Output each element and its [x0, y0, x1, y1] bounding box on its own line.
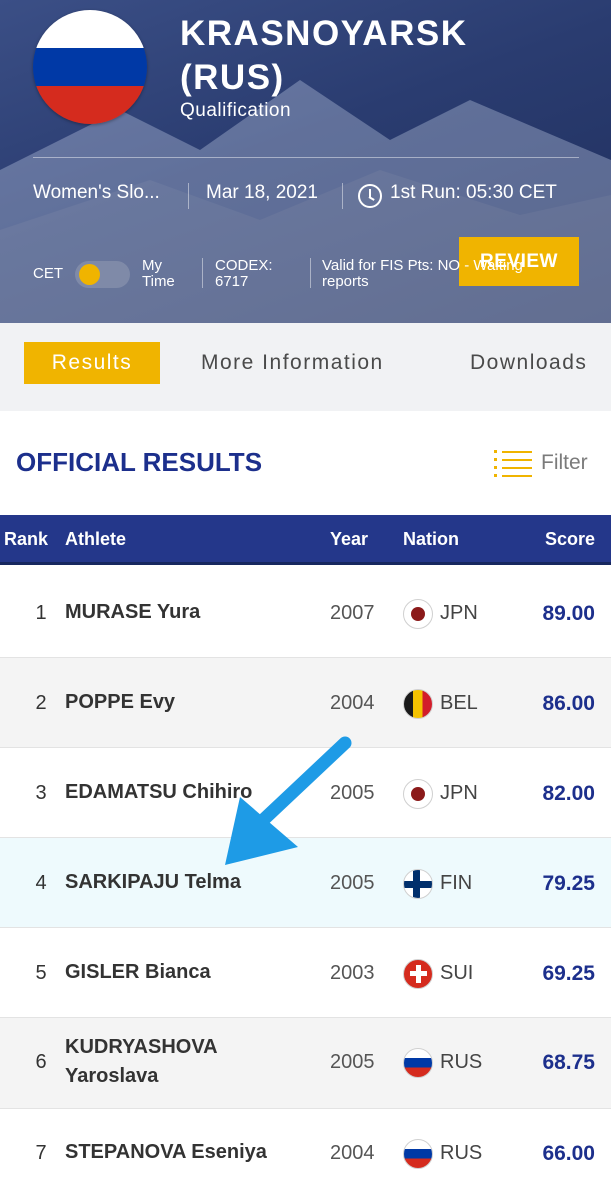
rank-cell: 4	[35, 872, 47, 894]
results-table-header: Rank Athlete Year Nation Score	[0, 515, 611, 565]
score-cell: 69.25	[542, 962, 595, 985]
nation-code: RUS	[440, 1142, 483, 1164]
meta-separator	[188, 183, 189, 209]
column-rank[interactable]: Rank	[4, 529, 48, 550]
rank-cell: 1	[35, 602, 47, 624]
score-cell: 66.00	[542, 1142, 595, 1165]
finland-flag-icon	[403, 869, 433, 899]
tab-results[interactable]: Results	[24, 342, 160, 384]
nation-code: FIN	[440, 872, 473, 894]
switzerland-flag-icon	[403, 959, 433, 989]
table-row[interactable]: 7 STEPANOVA Eseniya 2004 RUS 66.00	[0, 1109, 611, 1200]
tab-bar: Results More Information Downloads	[0, 323, 611, 411]
nation-code: SUI	[440, 962, 474, 984]
table-row[interactable]: 1 MURASE Yura 2007 JPN 89.00	[0, 568, 611, 658]
russia-flag-icon	[403, 1048, 433, 1078]
column-year[interactable]: Year	[330, 529, 368, 550]
nation-code: BEL	[440, 692, 478, 714]
event-date: Mar 18, 2021	[206, 182, 318, 203]
tab-more-information[interactable]: More Information	[201, 342, 384, 384]
japan-flag-icon	[403, 779, 433, 809]
meta-separator	[342, 183, 343, 209]
time-zone-toggle[interactable]	[75, 261, 130, 288]
fis-points-validity: Valid for FIS Pts: NO - Waiting reports	[322, 257, 523, 290]
results-title: OFFICIAL RESULTS	[16, 447, 263, 477]
column-nation[interactable]: Nation	[403, 529, 459, 550]
event-subtitle: Qualification	[180, 100, 292, 121]
russia-flag-icon	[403, 1139, 433, 1169]
athlete-name[interactable]: KUDRYASHOVA Yaroslava	[65, 1033, 245, 1091]
year-cell: 2005	[330, 1051, 375, 1073]
meta-separator	[202, 258, 203, 288]
score-cell: 79.25	[542, 872, 595, 895]
column-athlete[interactable]: Athlete	[65, 529, 126, 550]
table-row[interactable]: 6 KUDRYASHOVA Yaroslava 2005 RUS 68.75	[0, 1018, 611, 1109]
athlete-name[interactable]: GISLER Bianca	[65, 958, 211, 987]
score-cell: 89.00	[542, 602, 595, 625]
score-cell: 82.00	[542, 782, 595, 805]
nation-code: JPN	[440, 782, 478, 804]
event-title-line1: KRASNOYARSK	[180, 14, 468, 53]
filter-button[interactable]: Filter	[541, 451, 588, 475]
athlete-name[interactable]: POPPE Evy	[65, 688, 175, 717]
rank-cell: 7	[35, 1142, 47, 1164]
meta-separator	[310, 258, 311, 288]
athlete-name[interactable]: STEPANOVA Eseniya	[65, 1138, 267, 1167]
year-cell: 2005	[330, 872, 375, 894]
rank-cell: 6	[35, 1051, 47, 1073]
year-cell: 2004	[330, 1142, 375, 1164]
score-cell: 68.75	[542, 1051, 595, 1074]
year-cell: 2007	[330, 602, 375, 624]
nation-code: JPN	[440, 602, 478, 624]
clock-icon	[358, 184, 382, 208]
japan-flag-icon	[403, 599, 433, 629]
rank-cell: 2	[35, 692, 47, 714]
rank-cell: 5	[35, 962, 47, 984]
table-row[interactable]: 5 GISLER Bianca 2003 SUI 69.25	[0, 928, 611, 1018]
russia-flag-icon	[33, 10, 147, 124]
year-cell: 2003	[330, 962, 375, 984]
tab-downloads[interactable]: Downloads	[470, 342, 587, 384]
my-time-label: My Time	[142, 257, 175, 290]
event-title-line2: (RUS)	[180, 58, 285, 97]
score-cell: 86.00	[542, 692, 595, 715]
event-header: KRASNOYARSK (RUS) Qualification Women's …	[0, 0, 611, 323]
cet-label: CET	[33, 265, 63, 282]
year-cell: 2004	[330, 692, 375, 714]
run-time: 1st Run: 05:30 CET	[390, 182, 557, 203]
nation-code: RUS	[440, 1051, 483, 1073]
column-score[interactable]: Score	[545, 529, 595, 550]
rank-cell: 3	[35, 782, 47, 804]
codex-label: CODEX: 6717	[215, 257, 273, 290]
toggle-knob	[79, 264, 100, 285]
filter-icon[interactable]	[494, 449, 532, 477]
highlight-arrow-icon	[225, 736, 352, 865]
discipline-label: Women's Slo...	[33, 182, 160, 203]
results-header: OFFICIAL RESULTS Filter	[0, 411, 611, 515]
header-divider	[33, 157, 579, 158]
athlete-name[interactable]: MURASE Yura	[65, 598, 200, 627]
belgium-flag-icon	[403, 689, 433, 719]
